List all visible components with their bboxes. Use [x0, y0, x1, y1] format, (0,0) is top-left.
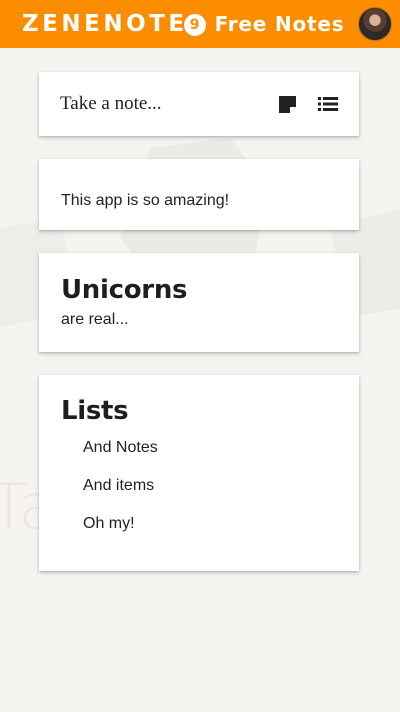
list-note-card[interactable]: Lists And Notes And items Oh my!: [39, 375, 359, 571]
list-item: Oh my!: [83, 515, 135, 532]
new-note-button[interactable]: [277, 94, 297, 114]
note-title: Lists: [61, 396, 129, 426]
brand-logo[interactable]: ZENENOTE 9: [22, 11, 206, 37]
app-subtitle: Free Notes: [214, 12, 345, 36]
list-item: And items: [83, 477, 155, 494]
note-list: And Notes And items Oh my!: [61, 440, 337, 554]
note-title: Unicorns: [61, 275, 188, 305]
note-body: are real...: [61, 311, 129, 328]
brand-badge: 9: [183, 14, 206, 36]
brand-name: ZENENOTE: [22, 11, 188, 37]
note-card[interactable]: Unicorns are real...: [39, 253, 359, 352]
note-body: This app is so amazing!: [61, 192, 230, 209]
composer-actions: [277, 94, 338, 114]
sticky-note-icon: [278, 95, 296, 113]
app-header: ZENENOTE 9 Free Notes: [0, 0, 400, 48]
take-note-input[interactable]: [60, 93, 260, 115]
note-card[interactable]: This app is so amazing!: [39, 159, 359, 230]
new-list-button[interactable]: [318, 94, 338, 114]
user-avatar[interactable]: [358, 7, 392, 41]
list-item: And Notes: [83, 439, 158, 456]
note-composer: [39, 72, 359, 136]
list-icon: [318, 97, 338, 111]
